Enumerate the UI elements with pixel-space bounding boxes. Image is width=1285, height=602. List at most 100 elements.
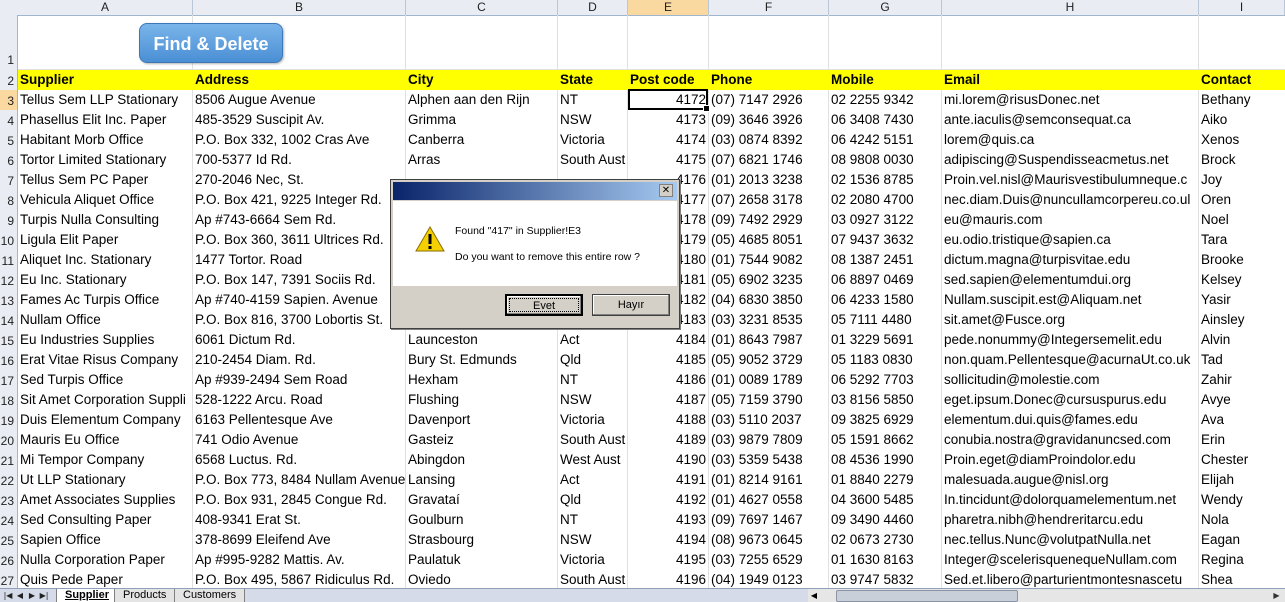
cell-G8[interactable]: 02 2080 4700	[829, 190, 942, 210]
header-cell-F[interactable]: Phone	[709, 70, 829, 90]
row-number-3[interactable]: 3	[0, 90, 18, 110]
cell-F21[interactable]: (03) 5359 5438	[709, 450, 829, 470]
cell-F5[interactable]: (03) 0874 8392	[709, 130, 829, 150]
cell-A24[interactable]: Sed Consulting Paper	[18, 510, 193, 530]
cell-D6[interactable]: South Aust	[558, 150, 628, 170]
row-number-19[interactable]: 19	[0, 410, 18, 430]
cell-I22[interactable]: Elijah	[1199, 470, 1285, 490]
cell-C19[interactable]: Davenport	[406, 410, 558, 430]
cell-I19[interactable]: Ava	[1199, 410, 1285, 430]
row-number-12[interactable]: 12	[0, 270, 18, 290]
cell-C20[interactable]: Gasteiz	[406, 430, 558, 450]
cell-I12[interactable]: Kelsey	[1199, 270, 1285, 290]
cell-F25[interactable]: (08) 9673 0645	[709, 530, 829, 550]
cell-C18[interactable]: Flushing	[406, 390, 558, 410]
cell-I11[interactable]: Brooke	[1199, 250, 1285, 270]
cell-D25[interactable]: NSW	[558, 530, 628, 550]
cell-F23[interactable]: (01) 4627 0558	[709, 490, 829, 510]
cell-A16[interactable]: Erat Vitae Risus Company	[18, 350, 193, 370]
cell-A8[interactable]: Vehicula Aliquet Office	[18, 190, 193, 210]
cell-I27[interactable]: Shea	[1199, 570, 1285, 588]
cell-D20[interactable]: South Aust	[558, 430, 628, 450]
cell-A11[interactable]: Aliquet Inc. Stationary	[18, 250, 193, 270]
cell-D23[interactable]: Qld	[558, 490, 628, 510]
cell-H27[interactable]: Sed.et.libero@parturientmontesnascetu	[942, 570, 1199, 588]
cell-F11[interactable]: (01) 7544 9082	[709, 250, 829, 270]
cell-E24[interactable]: 4193	[628, 510, 709, 530]
row-number-7[interactable]: 7	[0, 170, 18, 190]
column-header-G[interactable]: G	[829, 0, 942, 15]
cell-E18[interactable]: 4187	[628, 390, 709, 410]
row-number-5[interactable]: 5	[0, 130, 18, 150]
cell-G6[interactable]: 08 9808 0030	[829, 150, 942, 170]
column-header-B[interactable]: B	[193, 0, 406, 15]
row-number-2[interactable]: 2	[0, 70, 18, 90]
cell-I3[interactable]: Bethany	[1199, 90, 1285, 110]
cell-A19[interactable]: Duis Elementum Company	[18, 410, 193, 430]
cell-D18[interactable]: NSW	[558, 390, 628, 410]
cell-C26[interactable]: Paulatuk	[406, 550, 558, 570]
cell-I5[interactable]: Xenos	[1199, 130, 1285, 150]
header-cell-C[interactable]: City	[406, 70, 558, 90]
cell-H18[interactable]: eget.ipsum.Donec@cursuspurus.edu	[942, 390, 1199, 410]
cell-D19[interactable]: Victoria	[558, 410, 628, 430]
cell-G15[interactable]: 01 3229 5691	[829, 330, 942, 350]
cell-F22[interactable]: (01) 8214 9161	[709, 470, 829, 490]
header-cell-H[interactable]: Email	[942, 70, 1199, 90]
cell-A15[interactable]: Eu Industries Supplies	[18, 330, 193, 350]
cell-A9[interactable]: Turpis Nulla Consulting	[18, 210, 193, 230]
cell-A10[interactable]: Ligula Elit Paper	[18, 230, 193, 250]
cell-A26[interactable]: Nulla Corporation Paper	[18, 550, 193, 570]
cell-F19[interactable]: (03) 5110 2037	[709, 410, 829, 430]
row-number-18[interactable]: 18	[0, 390, 18, 410]
header-cell-I[interactable]: Contact	[1199, 70, 1285, 90]
cell-B16[interactable]: 210-2454 Diam. Rd.	[193, 350, 406, 370]
cell-E6[interactable]: 4175	[628, 150, 709, 170]
tab-supplier[interactable]: Supplier	[56, 589, 119, 602]
cell-B20[interactable]: 741 Odio Avenue	[193, 430, 406, 450]
cell-F17[interactable]: (01) 0089 1789	[709, 370, 829, 390]
cell-F15[interactable]: (01) 8643 7987	[709, 330, 829, 350]
cell-F4[interactable]: (09) 3646 3926	[709, 110, 829, 130]
cell-G26[interactable]: 01 1630 8163	[829, 550, 942, 570]
cell-G7[interactable]: 02 1536 8785	[829, 170, 942, 190]
cell-I10[interactable]: Tara	[1199, 230, 1285, 250]
cell-I24[interactable]: Nola	[1199, 510, 1285, 530]
cell-A21[interactable]: Mi Tempor Company	[18, 450, 193, 470]
cell-A18[interactable]: Sit Amet Corporation Suppli	[18, 390, 193, 410]
cell-E23[interactable]: 4192	[628, 490, 709, 510]
cell-G10[interactable]: 07 9437 3632	[829, 230, 942, 250]
cell-B19[interactable]: 6163 Pellentesque Ave	[193, 410, 406, 430]
cell-H12[interactable]: sed.sapien@elementumdui.org	[942, 270, 1199, 290]
cell-G11[interactable]: 08 1387 2451	[829, 250, 942, 270]
cell-I7[interactable]: Joy	[1199, 170, 1285, 190]
cell-D16[interactable]: Qld	[558, 350, 628, 370]
cell-E17[interactable]: 4186	[628, 370, 709, 390]
cell-H6[interactable]: adipiscing@Suspendisseacmetus.net	[942, 150, 1199, 170]
cell-F12[interactable]: (05) 6902 3235	[709, 270, 829, 290]
cell-H10[interactable]: eu.odio.tristique@sapien.ca	[942, 230, 1199, 250]
fill-handle[interactable]	[703, 105, 710, 112]
cell-G24[interactable]: 09 3490 4460	[829, 510, 942, 530]
cell-B7[interactable]: 270-2046 Nec, St.	[193, 170, 406, 190]
yes-button[interactable]: Evet	[505, 294, 583, 316]
row-number-8[interactable]: 8	[0, 190, 18, 210]
cell-E4[interactable]: 4173	[628, 110, 709, 130]
row-number-27[interactable]: 27	[0, 570, 18, 588]
cell-C16[interactable]: Bury St. Edmunds	[406, 350, 558, 370]
cell-A14[interactable]: Nullam Office	[18, 310, 193, 330]
cell-G3[interactable]: 02 2255 9342	[829, 90, 942, 110]
cell-B15[interactable]: 6061 Dictum Rd.	[193, 330, 406, 350]
cell-G20[interactable]: 05 1591 8662	[829, 430, 942, 450]
cell-E21[interactable]: 4190	[628, 450, 709, 470]
cell-C17[interactable]: Hexham	[406, 370, 558, 390]
row-number-15[interactable]: 15	[0, 330, 18, 350]
cell-D15[interactable]: Act	[558, 330, 628, 350]
cell-I13[interactable]: Yasir	[1199, 290, 1285, 310]
column-header-H[interactable]: H	[942, 0, 1199, 15]
cell-F16[interactable]: (05) 9052 3729	[709, 350, 829, 370]
tab-products[interactable]: Products	[114, 589, 176, 602]
cell-B17[interactable]: Ap #939-2494 Sem Road	[193, 370, 406, 390]
cell-A17[interactable]: Sed Turpis Office	[18, 370, 193, 390]
cell-A7[interactable]: Tellus Sem PC Paper	[18, 170, 193, 190]
